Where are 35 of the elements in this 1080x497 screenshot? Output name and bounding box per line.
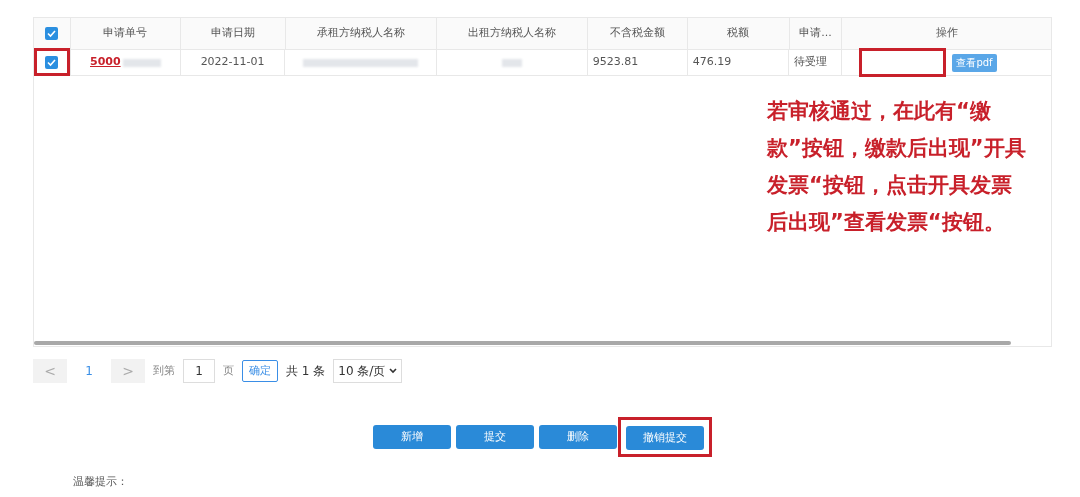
previous-page-button[interactable]: <: [33, 359, 67, 383]
column-header: 不含税金额: [609, 25, 665, 42]
column-header: 税额: [727, 25, 750, 42]
column-header: 申请单号: [103, 25, 148, 42]
action-button[interactable]: 新增: [373, 425, 451, 449]
tip-title: 温馨提示：: [73, 474, 128, 490]
page-number[interactable]: 1: [75, 359, 103, 383]
chevron-down-icon: [389, 368, 398, 374]
confirm-button[interactable]: 确定: [242, 360, 278, 382]
column-header: 承租方纳税人名称: [316, 25, 405, 42]
application-number-link[interactable]: 5000: [90, 54, 121, 71]
checkbox[interactable]: [45, 56, 59, 69]
blurred-text: [502, 58, 522, 67]
table-cell: 2022-11-01: [200, 54, 265, 71]
page-input[interactable]: 1: [183, 359, 215, 383]
page-unit-label: 页: [223, 362, 234, 379]
scrollbar[interactable]: [34, 341, 1011, 345]
view-pdf-button[interactable]: 查看pdf: [952, 53, 997, 72]
table-cell: 待受理: [794, 54, 828, 71]
column-header: 申请...: [799, 25, 832, 42]
column-header: 出租方纳税人名称: [468, 25, 557, 42]
table-cell: 9523.81: [592, 54, 639, 71]
column-header: 申请日期: [210, 25, 255, 42]
checkbox[interactable]: [45, 27, 59, 40]
blurred-text: [122, 58, 161, 67]
total-count: 共 1 条: [286, 363, 326, 380]
action-button[interactable]: 删除: [539, 425, 617, 449]
action-button[interactable]: 提交: [456, 425, 534, 449]
action-button[interactable]: 撤销提交: [626, 426, 704, 450]
goto-label: 到第: [153, 362, 175, 379]
annotation-text: 若审核通过，在此有“缴款”按钮，缴款后出现”开具发票“按钮，点击开具发票后出现”查看发票“按钮。: [767, 98, 1027, 236]
column-header: 操作: [935, 25, 958, 42]
table-cell: 476.19: [692, 54, 732, 71]
page-size-select[interactable]: 10 条/页: [333, 359, 403, 383]
next-page-button[interactable]: >: [111, 359, 145, 383]
